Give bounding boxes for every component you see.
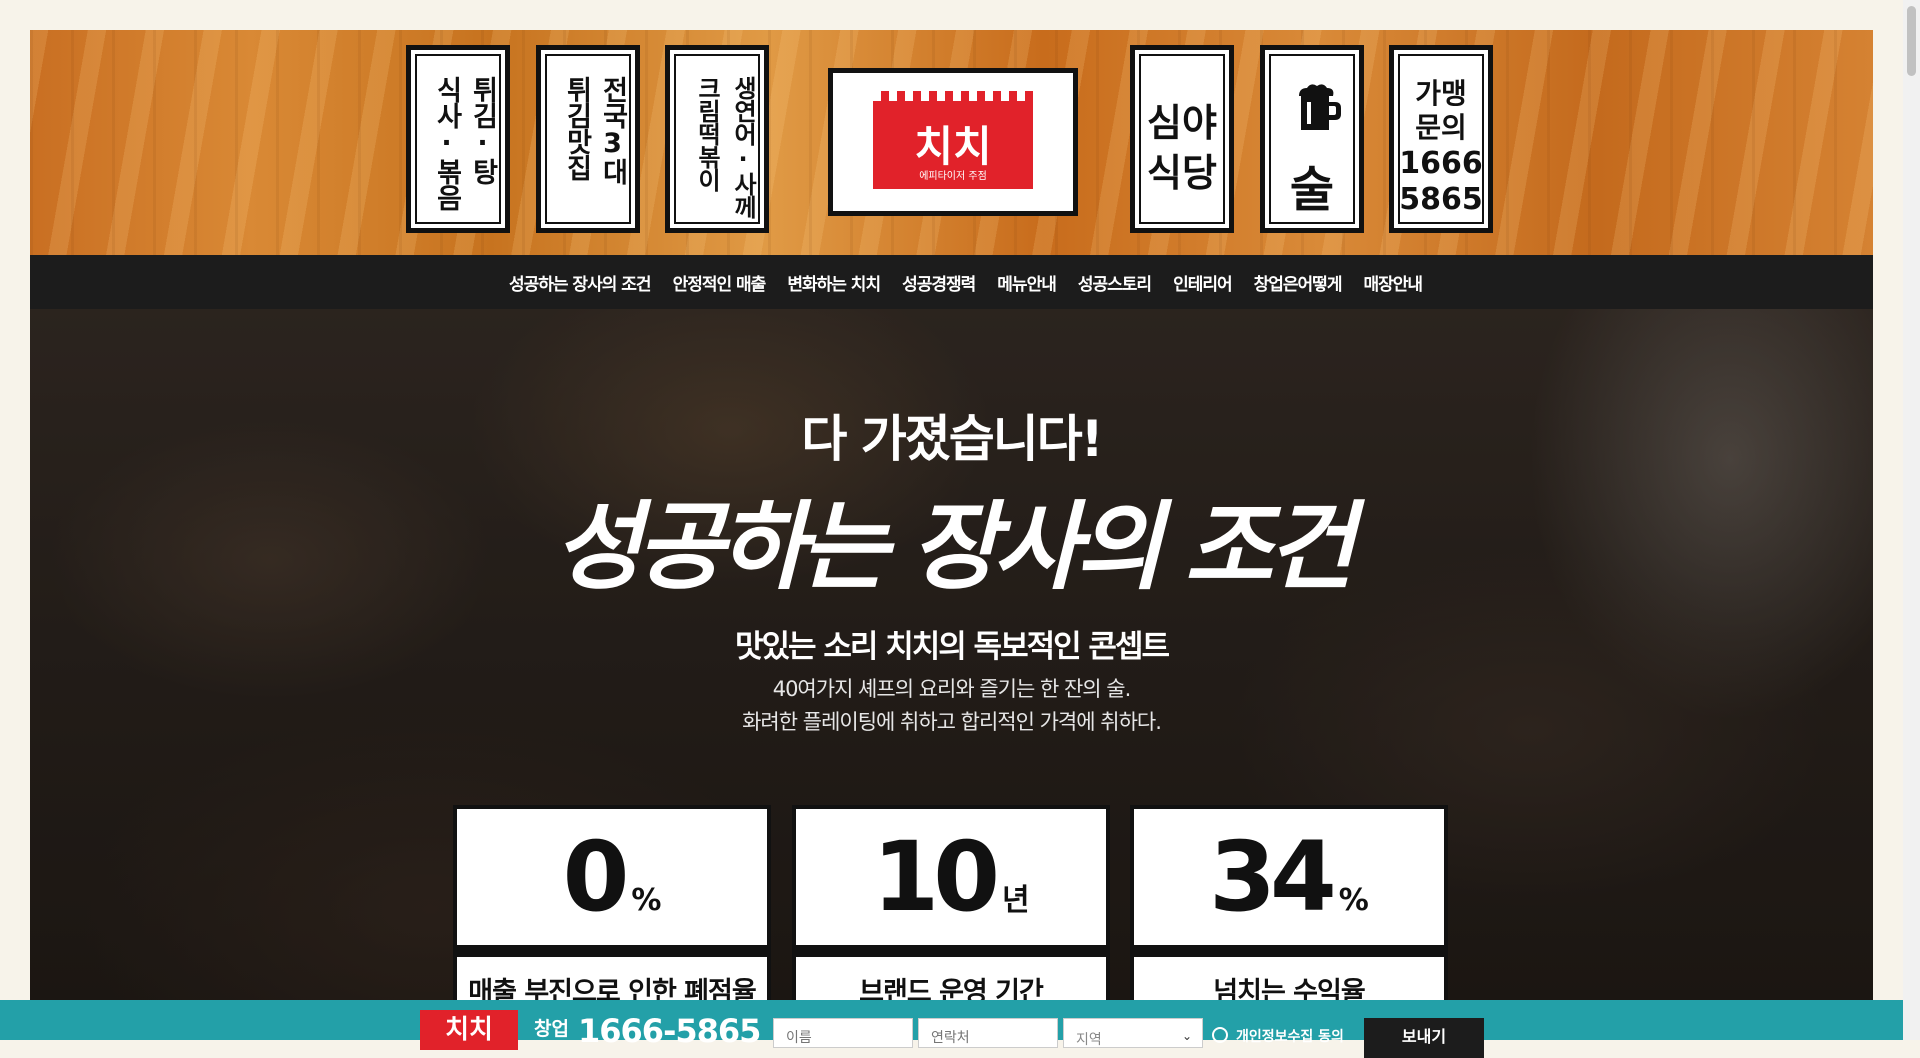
hero-title: 성공하는 장사의 조건 <box>553 491 1356 603</box>
nav-item-success-story[interactable]: 성공스토리 <box>1078 270 1152 295</box>
sign-text: 심야 <box>1147 101 1217 145</box>
sign-text: 크림떡볶이 <box>693 76 721 191</box>
sign-text: 튀김맛집 <box>561 76 592 180</box>
name-input[interactable] <box>773 1018 913 1048</box>
sign-text: 식당 <box>1147 151 1217 195</box>
stat-unit: % <box>631 883 662 918</box>
page-scrollbar[interactable] <box>1903 0 1920 1040</box>
sign-text: 문의 <box>1415 111 1467 144</box>
hero-pre-title: 다 가졌습니다! <box>801 410 1103 468</box>
nav-item-changing-chichi[interactable]: 변화하는 치치 <box>787 270 881 295</box>
scrollbar-thumb[interactable] <box>1907 6 1916 76</box>
agree-checkbox[interactable] <box>1212 1027 1228 1043</box>
stat-value: 34 <box>1209 821 1337 933</box>
sign-late-night: 심야 식당 <box>1130 45 1234 233</box>
nav-item-interior[interactable]: 인테리어 <box>1173 270 1233 295</box>
sign-franchise: 가맹 문의 1666 5865 <box>1389 45 1493 233</box>
sign-top3: 전국3대 튀김맛집 <box>536 45 640 233</box>
sign-text: 1666 <box>1399 146 1483 181</box>
sign-drinks: 술 <box>1260 45 1364 233</box>
consult-bar: 치치 창업 1666-5865 지역 ⌄ 개인정보수집 동의 보내기 <box>0 1000 1903 1058</box>
brand-logo[interactable]: 치치 에피타이저 주점 <box>828 68 1078 216</box>
sign-text: 전국3대 <box>597 76 628 184</box>
hero-description: 40여가지 셰프의 요리와 즐기는 한 잔의 술. <box>772 677 1132 701</box>
logo-text: 치치 <box>914 122 992 171</box>
nav-item-store-info[interactable]: 매장안내 <box>1363 270 1423 295</box>
region-select[interactable]: 지역 ⌄ <box>1063 1018 1203 1048</box>
region-select-value: 지역 <box>1076 1032 1102 1048</box>
logo-subtext: 에피타이저 주점 <box>919 171 987 182</box>
nav-item-stable-sales[interactable]: 안정적인 매출 <box>673 270 767 295</box>
sign-text: 식사·볶음 <box>431 76 462 210</box>
agree-label: 개인정보수집 동의 <box>1236 1029 1344 1045</box>
stat-unit: % <box>1338 883 1369 918</box>
nav-item-how-to-start[interactable]: 창업은어떻게 <box>1254 270 1343 295</box>
hero-subtitle: 맛있는 소리 치치의 독보적인 콘셉트 <box>735 629 1170 665</box>
sign-text: 술 <box>1289 162 1335 218</box>
stat-card-profit-rate: 34% 넘치는 수익율 <box>1130 805 1448 1029</box>
consult-logo: 치치 <box>420 1010 518 1050</box>
page: 튀김·탕 식사·볶음 전국3대 튀김맛집 생연어·사께 크림떡볶이 치치 에피타… <box>30 30 1873 1040</box>
consult-label: 창업 <box>534 1018 569 1040</box>
beer-mug-icon <box>1293 82 1341 130</box>
sign-fried-food: 튀김·탕 식사·볶음 <box>406 45 510 233</box>
nav-item-success-conditions[interactable]: 성공하는 장사의 조건 <box>509 270 652 295</box>
header-wood-banner: 튀김·탕 식사·볶음 전국3대 튀김맛집 생연어·사께 크림떡볶이 치치 에피타… <box>30 30 1873 255</box>
stat-card-brand-years: 10 년 브랜드 운영 기간 <box>792 805 1110 1029</box>
sign-text: 튀김·탕 <box>467 76 498 184</box>
hero-section: 다 가졌습니다! 성공하는 장사의 조건 맛있는 소리 치치의 독보적인 콘셉트… <box>30 309 1873 1040</box>
stat-unit: 년 <box>1001 883 1030 918</box>
send-button[interactable]: 보내기 <box>1364 1018 1484 1058</box>
chevron-down-icon: ⌄ <box>1181 1029 1192 1043</box>
hero-description: 화려한 플레이팅에 취하고 합리적인 가격에 취하다. <box>742 710 1162 734</box>
sign-text: 생연어·사께 <box>729 76 757 218</box>
stat-value: 0 <box>562 821 630 933</box>
contact-input[interactable] <box>918 1018 1058 1048</box>
logo-flag: 치치 에피타이저 주점 <box>873 91 1033 189</box>
sign-text: 5865 <box>1399 182 1483 217</box>
stat-card-closure-rate: 0% 매출 부진으로 인한 폐점율 <box>453 805 771 1029</box>
consult-phone[interactable]: 1666-5865 <box>578 1012 761 1050</box>
main-nav: 성공하는 장사의 조건 안정적인 매출 변화하는 치치 성공경쟁력 메뉴안내 성… <box>30 255 1873 309</box>
stat-value: 10 <box>872 821 1000 933</box>
nav-item-menu[interactable]: 메뉴안내 <box>997 270 1057 295</box>
nav-item-competitiveness[interactable]: 성공경쟁력 <box>902 270 976 295</box>
sign-salmon: 생연어·사께 크림떡볶이 <box>665 45 769 233</box>
